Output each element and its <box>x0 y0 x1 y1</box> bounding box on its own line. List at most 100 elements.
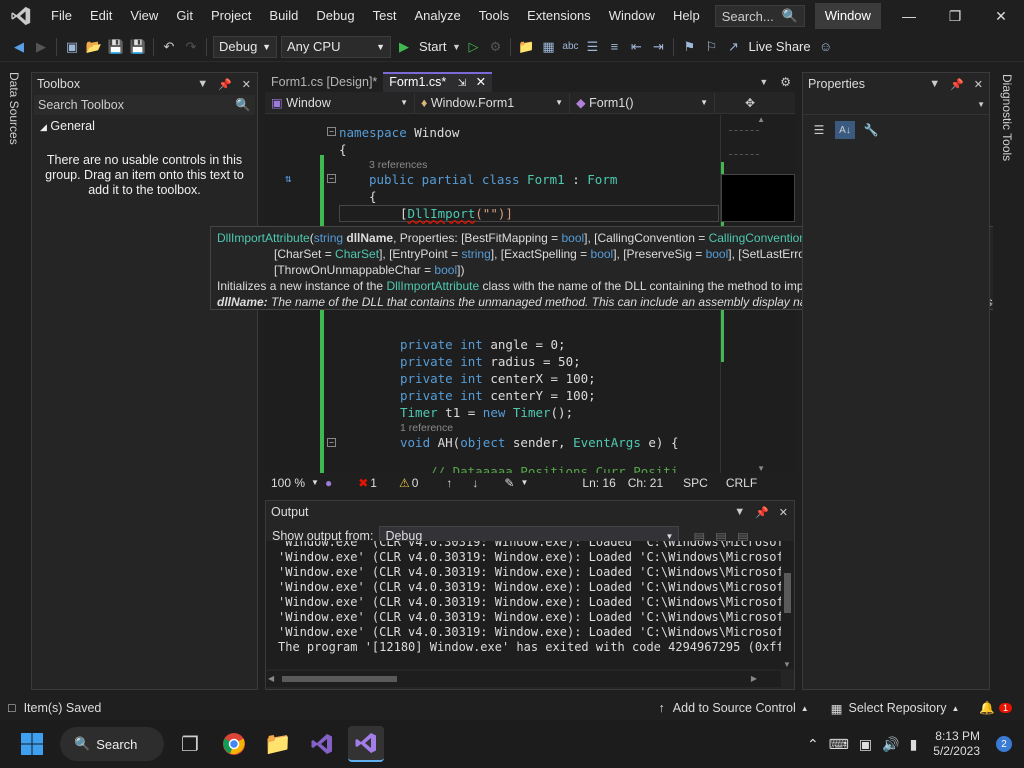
user-feedback-icon[interactable]: ☺ <box>815 36 837 58</box>
chevron-up-icon[interactable]: ▲ <box>801 704 809 713</box>
chevron-down-icon[interactable]: ▼ <box>734 506 745 519</box>
pin-icon[interactable]: 📌 <box>755 506 769 519</box>
outline-collapse-icon[interactable]: − <box>327 127 336 136</box>
menu-test[interactable]: Test <box>364 0 406 32</box>
scroll-right-icon[interactable]: ▶ <box>751 674 757 683</box>
minimap-viewport[interactable] <box>721 174 795 222</box>
copilot-icon[interactable]: ● <box>319 476 338 490</box>
outline-collapse-icon[interactable]: − <box>327 174 336 183</box>
chevron-down-icon[interactable]: ▼ <box>759 72 768 92</box>
start-without-debugging-icon[interactable]: ▷ <box>462 36 484 58</box>
minimize-icon[interactable]: — <box>886 0 932 32</box>
chevron-up-icon[interactable]: ▲ <box>951 704 959 713</box>
arrow-up-icon[interactable]: ↑ <box>659 701 665 715</box>
chevron-down-icon[interactable]: ▼ <box>311 478 319 487</box>
close-icon[interactable]: ✕ <box>974 78 983 91</box>
save-all-icon[interactable]: 💾 <box>127 36 149 58</box>
chevron-down-icon[interactable]: ▼ <box>197 78 208 91</box>
menu-edit[interactable]: Edit <box>81 0 121 32</box>
restore-icon[interactable]: ❐ <box>932 0 978 32</box>
chrome-icon[interactable] <box>216 726 252 762</box>
keyboard-icon[interactable]: ⌨ <box>829 736 849 753</box>
menu-tools[interactable]: Tools <box>470 0 518 32</box>
menu-git[interactable]: Git <box>167 0 202 32</box>
menu-build[interactable]: Build <box>260 0 307 32</box>
windows-start-icon[interactable] <box>14 726 50 762</box>
property-pages-icon[interactable]: 🔧 <box>861 121 881 139</box>
quick-action-icon[interactable]: ⇅ <box>285 172 292 185</box>
chevron-down-icon[interactable]: ▼ <box>520 478 528 487</box>
line-ending[interactable]: CRLF <box>720 476 763 490</box>
live-share-button[interactable]: Live Share <box>744 39 814 54</box>
open-folder-icon[interactable]: 📂 <box>83 36 105 58</box>
zoom-level[interactable]: 100 % <box>265 476 311 490</box>
select-repository-button[interactable]: Select Repository <box>849 701 947 715</box>
battery-icon[interactable]: ▮ <box>910 736 918 753</box>
menu-debug[interactable]: Debug <box>307 0 363 32</box>
navigate-back-icon[interactable]: ◀ <box>8 36 30 58</box>
error-icon[interactable]: ✖ <box>352 476 370 490</box>
visual-studio-icon[interactable] <box>304 726 340 762</box>
navigate-forward-icon[interactable]: ▶ <box>30 36 52 58</box>
add-source-control-button[interactable]: Add to Source Control <box>673 701 796 715</box>
menu-project[interactable]: Project <box>202 0 260 32</box>
taskbar-search-button[interactable]: 🔍 Search <box>60 727 164 761</box>
notifications-icon[interactable]: 🔔 <box>979 701 995 716</box>
output-horizontal-scrollbar[interactable]: ◀ ▶ <box>266 671 781 687</box>
codelens-references[interactable]: 1 reference <box>400 422 453 434</box>
chevron-up-icon[interactable]: ⌃ <box>807 736 819 753</box>
codelens-references[interactable]: 3 references <box>369 159 427 171</box>
scroll-thumb[interactable] <box>282 676 397 682</box>
start-play-icon[interactable]: ▶ <box>393 36 415 58</box>
outdent-icon[interactable]: ⇤ <box>625 36 647 58</box>
split-icon[interactable]: ✥ <box>745 96 755 110</box>
new-project-icon[interactable]: ▣ <box>61 36 83 58</box>
close-icon[interactable]: ✕ <box>978 0 1024 32</box>
save-icon[interactable]: 💾 <box>105 36 127 58</box>
chevron-down-icon[interactable]: ▼ <box>929 78 940 91</box>
repository-icon[interactable]: ▦ <box>831 701 843 716</box>
scroll-down-icon[interactable]: ▼ <box>783 660 791 669</box>
spell-check-icon[interactable]: abc <box>559 36 581 58</box>
visual-studio-active-icon[interactable] <box>348 726 384 762</box>
feature-search-box[interactable]: Search... 🔍 <box>714 5 805 27</box>
notification-count[interactable]: 1 <box>998 703 1012 713</box>
menu-help[interactable]: Help <box>664 0 709 32</box>
solution-configuration-select[interactable]: Debug ▼ <box>213 35 277 58</box>
whitespace-mode[interactable]: SPC <box>677 476 714 490</box>
output-text[interactable]: 'Window.exe' (CLR v4.0.30319: Window.exe… <box>266 541 781 669</box>
task-view-icon[interactable]: ❐ <box>172 726 208 762</box>
scroll-up-icon[interactable]: ▲ <box>757 115 765 124</box>
indent-icon[interactable]: ⇥ <box>647 36 669 58</box>
warning-icon[interactable]: ⚠ <box>393 476 412 490</box>
toolbox-group-general[interactable]: ◢ General <box>32 119 257 133</box>
warning-count[interactable]: 0 <box>412 476 425 490</box>
data-sources-tab[interactable]: Data Sources <box>7 72 21 145</box>
file-explorer-icon[interactable]: 📁 <box>260 726 296 762</box>
output-vertical-scrollbar[interactable]: ▼ <box>781 541 794 669</box>
network-icon[interactable]: ▣ <box>859 736 872 753</box>
notification-badge[interactable]: 2 <box>996 736 1012 752</box>
align-left-icon[interactable]: ☰ <box>581 36 603 58</box>
share-icon[interactable]: ↗ <box>722 36 744 58</box>
menu-window[interactable]: Window <box>600 0 664 32</box>
solution-platform-select[interactable]: Any CPU ▼ <box>281 35 391 58</box>
clock[interactable]: 8:13 PM 5/2/2023 <box>933 729 980 759</box>
toolbox-empty-message[interactable]: There are no usable controls in this gro… <box>44 153 245 198</box>
pin-icon[interactable]: 📌 <box>218 78 232 91</box>
chevron-down-icon[interactable]: ▼ <box>450 36 462 58</box>
visual-studio-logo-icon[interactable] <box>0 0 42 32</box>
properties-object-select[interactable]: ▼ <box>803 95 989 115</box>
scroll-thumb[interactable] <box>784 573 791 613</box>
format-icon[interactable]: ≡ <box>603 36 625 58</box>
scroll-down-icon[interactable]: ▼ <box>757 464 765 473</box>
bookmark-icon[interactable]: ⚑ <box>678 36 700 58</box>
diagnostic-tools-tab[interactable]: Diagnostic Tools <box>1000 74 1014 161</box>
menu-analyze[interactable]: Analyze <box>405 0 469 32</box>
menu-view[interactable]: View <box>121 0 167 32</box>
start-button[interactable]: Start <box>415 39 450 54</box>
hot-reload-icon[interactable]: ⚙ <box>484 36 506 58</box>
volume-icon[interactable]: 🔊 <box>882 736 899 753</box>
gear-icon[interactable]: ⚙ <box>780 72 791 92</box>
scroll-left-icon[interactable]: ◀ <box>268 674 274 683</box>
